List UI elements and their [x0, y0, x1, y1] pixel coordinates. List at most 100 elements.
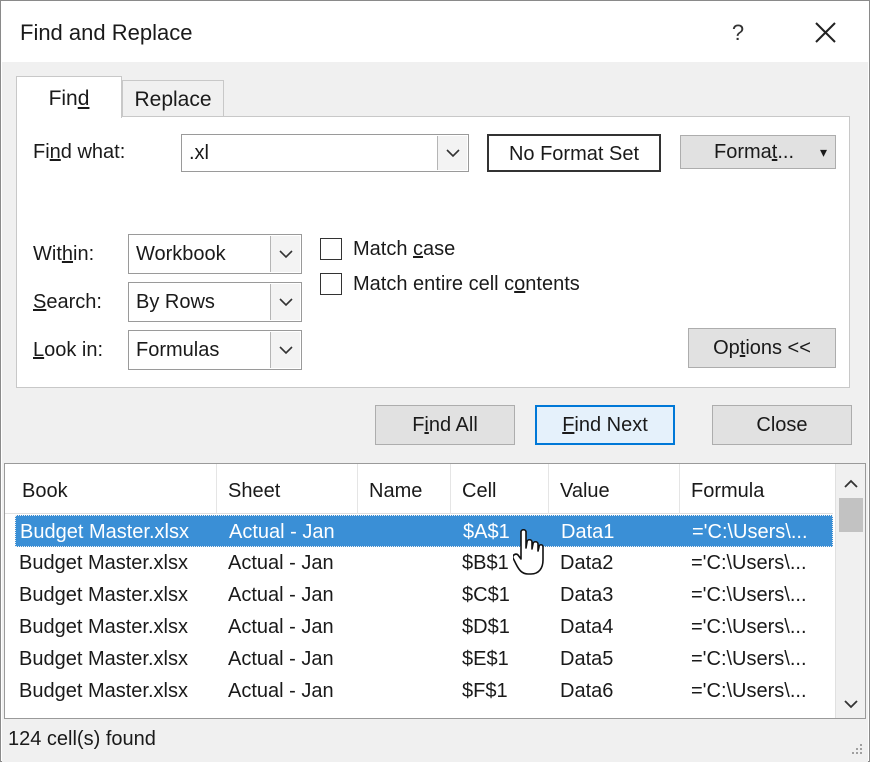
- column-header-book[interactable]: Book: [11, 464, 217, 514]
- column-header-name[interactable]: Name: [358, 464, 451, 514]
- chevron-down-icon: [279, 346, 293, 355]
- cell-book: Budget Master.xlsx: [19, 584, 188, 606]
- format-button[interactable]: Format... ▾: [680, 135, 836, 169]
- column-header-sheet[interactable]: Sheet: [217, 464, 358, 514]
- cell-sheet: Actual - Jan: [228, 584, 334, 606]
- find-what-label-accel: n: [49, 141, 61, 163]
- cell-value: Data6: [560, 680, 614, 702]
- chevron-up-icon: [844, 479, 858, 488]
- look-in-label: Look in:: [33, 339, 103, 362]
- within-label-pre: Wit: [33, 243, 62, 265]
- match-entire-cell-checkbox[interactable]: [320, 273, 342, 295]
- within-select[interactable]: Workbook: [128, 234, 302, 274]
- column-header-value[interactable]: Value: [549, 464, 680, 514]
- cell-sheet: Actual - Jan: [228, 616, 334, 638]
- find-next-button[interactable]: Find Next: [535, 405, 675, 445]
- cell-value: Data1: [561, 521, 615, 543]
- tab-replace[interactable]: Replace: [122, 80, 224, 116]
- scroll-up-button[interactable]: [836, 470, 865, 498]
- tab-find-label-accel: d: [77, 87, 90, 110]
- cell-formula: ='C:\Users\...: [691, 648, 807, 670]
- search-label-post: earch:: [46, 291, 102, 313]
- cell-address: $D$1: [462, 616, 510, 638]
- column-header-cell[interactable]: Cell: [451, 464, 549, 514]
- options-label-pre: Op: [713, 337, 740, 359]
- title-bar: Find and Replace ?: [2, 2, 868, 62]
- result-row[interactable]: Budget Master.xlsx Actual - Jan $A$1 Dat…: [15, 515, 833, 547]
- resize-grip-icon[interactable]: [848, 740, 864, 756]
- match-entire-cell-label[interactable]: Match entire cell contents: [353, 273, 580, 296]
- match-case-checkbox[interactable]: [320, 238, 342, 260]
- find-next-label-post: ind Next: [574, 414, 648, 436]
- scroll-down-button[interactable]: [836, 690, 865, 718]
- cell-book: Budget Master.xlsx: [20, 521, 189, 543]
- cell-book: Budget Master.xlsx: [19, 552, 188, 574]
- cell-address: $B$1: [462, 552, 509, 574]
- result-row[interactable]: Budget Master.xlsx Actual - Jan $C$1 Dat…: [15, 579, 833, 611]
- cell-value: Data4: [560, 616, 614, 638]
- format-preview-box: No Format Set: [487, 134, 661, 172]
- find-what-dropdown[interactable]: [437, 136, 467, 170]
- search-label: Search:: [33, 291, 102, 314]
- match-case-label-pre: Match: [353, 238, 414, 260]
- within-label-post: in:: [73, 243, 95, 265]
- result-row[interactable]: Budget Master.xlsx Actual - Jan $D$1 Dat…: [15, 611, 833, 643]
- close-window-button[interactable]: [802, 12, 850, 54]
- find-what-label-pre: Fi: [33, 141, 50, 163]
- within-label-accel: h: [61, 243, 74, 265]
- find-what-combobox[interactable]: .xl: [181, 134, 469, 172]
- find-what-label-post: d what:: [60, 141, 126, 163]
- cell-formula: ='C:\Users\...: [691, 616, 807, 638]
- format-dropdown-arrow-icon[interactable]: ▾: [820, 136, 827, 168]
- chevron-down-icon: [844, 700, 858, 709]
- cell-formula: ='C:\Users\...: [691, 584, 807, 606]
- result-row[interactable]: Budget Master.xlsx Actual - Jan $B$1 Dat…: [15, 547, 833, 579]
- cell-sheet: Actual - Jan: [228, 680, 334, 702]
- cell-formula: ='C:\Users\...: [691, 680, 807, 702]
- within-dropdown[interactable]: [270, 236, 300, 272]
- chevron-down-icon: [279, 298, 293, 307]
- close-icon: [815, 22, 836, 43]
- results-header: Book Sheet Name Cell Value Formula: [5, 464, 833, 514]
- scroll-thumb[interactable]: [839, 498, 863, 532]
- cell-book: Budget Master.xlsx: [19, 616, 188, 638]
- cell-sheet: Actual - Jan: [228, 648, 334, 670]
- look-in-dropdown[interactable]: [270, 332, 300, 368]
- tab-find[interactable]: Find: [16, 76, 122, 118]
- cell-address: $F$1: [462, 680, 508, 702]
- match-entire-label-post: ntents: [525, 273, 580, 295]
- within-value: Workbook: [136, 243, 226, 265]
- look-in-label-post: ook in:: [44, 339, 104, 361]
- cell-value: Data3: [560, 584, 614, 606]
- match-case-label-post: ase: [423, 238, 456, 260]
- column-header-formula[interactable]: Formula: [680, 464, 833, 514]
- search-dropdown[interactable]: [270, 284, 300, 320]
- dialog-title: Find and Replace: [20, 20, 193, 45]
- look-in-value: Formulas: [136, 339, 220, 361]
- options-button[interactable]: Options <<: [688, 328, 836, 368]
- find-what-input[interactable]: .xl: [189, 135, 209, 171]
- find-all-button[interactable]: Find All: [375, 405, 515, 445]
- close-button[interactable]: Close: [712, 405, 852, 445]
- search-value: By Rows: [136, 291, 215, 313]
- result-row[interactable]: Budget Master.xlsx Actual - Jan $F$1 Dat…: [15, 675, 833, 707]
- find-all-label-pre: F: [412, 414, 425, 436]
- match-case-label-accel: c: [413, 238, 424, 260]
- cell-formula: ='C:\Users\...: [691, 552, 807, 574]
- results-list[interactable]: Book Sheet Name Cell Value Formula Budge…: [4, 463, 866, 719]
- look-in-select[interactable]: Formulas: [128, 330, 302, 370]
- cell-sheet: Actual - Jan: [228, 552, 334, 574]
- results-scrollbar[interactable]: [835, 464, 865, 718]
- result-row[interactable]: Budget Master.xlsx Actual - Jan $E$1 Dat…: [15, 643, 833, 675]
- look-in-label-accel: L: [33, 339, 45, 361]
- help-button[interactable]: ?: [714, 12, 762, 54]
- format-label-pre: Forma: [714, 141, 772, 163]
- match-entire-label-pre: Match entire cell c: [353, 273, 515, 295]
- cell-value: Data2: [560, 552, 614, 574]
- status-text: 124 cell(s) found: [8, 728, 156, 750]
- match-case-label[interactable]: Match case: [353, 238, 455, 261]
- cell-address: $C$1: [462, 584, 510, 606]
- search-select[interactable]: By Rows: [128, 282, 302, 322]
- find-all-label-post: nd All: [428, 414, 478, 436]
- cell-value: Data5: [560, 648, 614, 670]
